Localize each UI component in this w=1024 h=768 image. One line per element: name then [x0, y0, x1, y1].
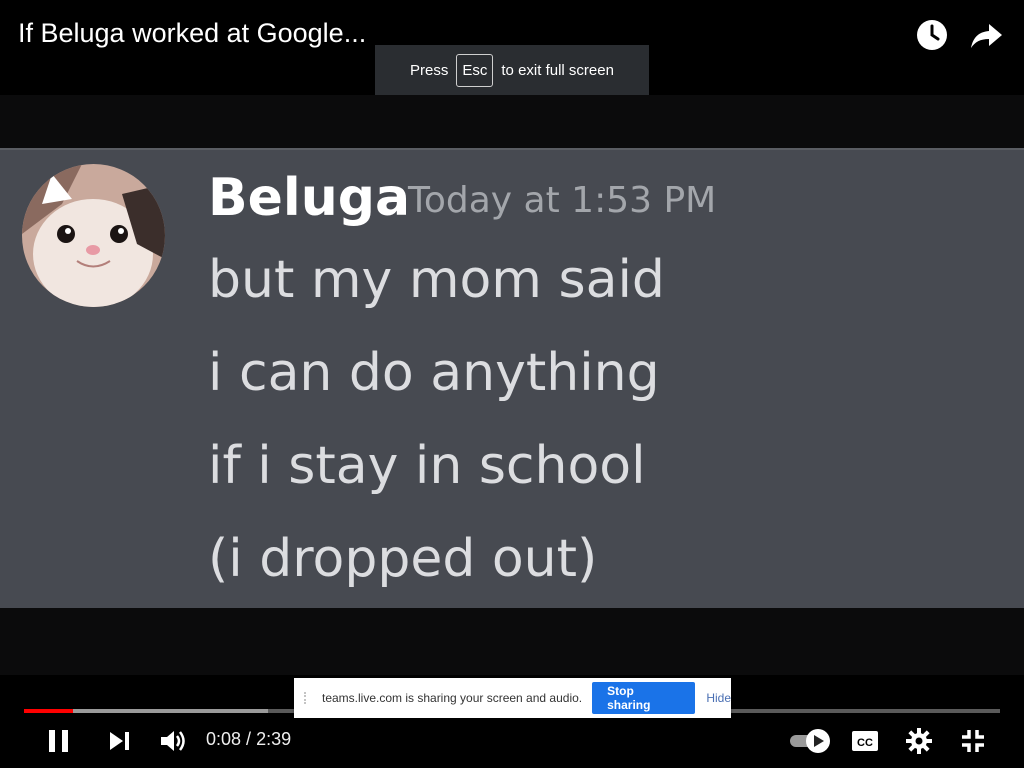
message-line-4: (i dropped out) [208, 529, 598, 589]
volume-icon[interactable] [159, 728, 187, 754]
avatar [22, 164, 165, 307]
frame-divider [0, 148, 1024, 150]
time-separator: / [241, 729, 257, 749]
drag-handle-icon[interactable] [304, 692, 310, 704]
fullscreen-hint: Press Esc to exit full screen [375, 45, 649, 95]
message-timestamp: Today at 1:53 PM [408, 180, 717, 221]
settings-icon[interactable] [906, 728, 932, 754]
share-icon[interactable] [969, 18, 1003, 52]
time-display: 0:08 / 2:39 [206, 729, 291, 750]
video-title[interactable]: If Beluga worked at Google... [18, 18, 366, 49]
pause-icon[interactable] [46, 728, 72, 754]
current-time: 0:08 [206, 729, 242, 749]
beluga-cat-avatar [22, 164, 165, 307]
watch-later-icon[interactable] [915, 18, 949, 52]
message-author: Beluga [208, 168, 411, 228]
hint-press: Press [410, 61, 449, 79]
hide-button[interactable]: Hide [706, 691, 731, 705]
duration: 2:39 [256, 729, 292, 749]
hint-exit: to exit full screen [501, 61, 614, 79]
screen-share-bar: teams.live.com is sharing your screen an… [294, 678, 731, 718]
message-line-1: but my mom said [208, 250, 665, 310]
next-icon[interactable] [108, 730, 132, 752]
share-status-text: teams.live.com is sharing your screen an… [321, 691, 583, 705]
message-line-2: i can do anything [208, 343, 660, 403]
exit-fullscreen-icon[interactable] [960, 728, 986, 754]
captions-icon[interactable]: CC [851, 729, 879, 753]
autoplay-toggle[interactable] [788, 727, 832, 755]
message-line-3: if i stay in school [208, 436, 646, 496]
svg-text:CC: CC [857, 737, 873, 749]
stop-sharing-button[interactable]: Stop sharing [592, 682, 696, 714]
progress-played [24, 709, 73, 713]
esc-key: Esc [456, 53, 494, 87]
